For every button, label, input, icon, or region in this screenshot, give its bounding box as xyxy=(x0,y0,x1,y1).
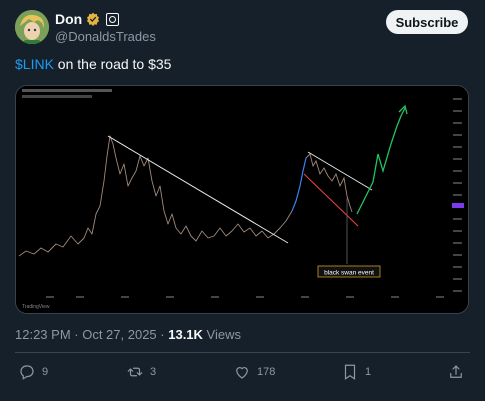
tweet-body: on the road to $35 xyxy=(53,56,172,72)
views-count: 13.1K xyxy=(168,327,203,342)
avatar-image xyxy=(15,10,49,44)
current-price-marker xyxy=(452,203,464,208)
repost-button[interactable]: 3 xyxy=(126,363,156,381)
author-handle[interactable]: @DonaldsTrades xyxy=(55,29,156,44)
chart-image[interactable]: black swan event TradingView xyxy=(15,85,469,314)
views-label: Views xyxy=(202,327,241,342)
heart-icon xyxy=(236,367,248,379)
repost-count: 3 xyxy=(150,366,157,378)
tweet-time[interactable]: 12:23 PM xyxy=(15,327,71,342)
tweet-text: $LINK on the road to $35 xyxy=(15,56,171,72)
action-bar: 9 3 178 1 xyxy=(15,363,470,387)
repost-icon xyxy=(127,367,143,377)
divider xyxy=(15,352,470,353)
cashtag-link[interactable]: $LINK xyxy=(15,56,54,72)
price-chart: black swan event TradingView xyxy=(16,86,468,313)
share-icon xyxy=(450,365,462,378)
reply-count: 9 xyxy=(42,366,49,378)
avatar[interactable] xyxy=(15,10,49,44)
meta-separator: · xyxy=(70,327,83,342)
bookmark-button[interactable]: 1 xyxy=(341,363,371,381)
like-count: 178 xyxy=(257,366,276,378)
subscribe-button[interactable]: Subscribe xyxy=(386,10,468,34)
tweet-date[interactable]: Oct 27, 2025 xyxy=(82,327,156,342)
meta-separator: · xyxy=(156,327,169,342)
reply-button[interactable]: 9 xyxy=(18,363,48,381)
bookmark-count: 1 xyxy=(365,366,372,378)
reply-icon xyxy=(20,365,34,380)
annotation-label: black swan event xyxy=(324,270,374,277)
display-name[interactable]: Don xyxy=(55,11,82,27)
affiliate-badge-icon xyxy=(106,12,120,26)
tradingview-logo: TradingView xyxy=(22,304,50,310)
bookmark-icon xyxy=(344,364,356,380)
verified-badge-icon xyxy=(87,12,100,26)
share-button[interactable] xyxy=(447,363,465,381)
like-button[interactable]: 178 xyxy=(233,363,275,381)
tweet-meta: 12:23 PM · Oct 27, 2025 · 13.1K Views xyxy=(15,327,241,342)
